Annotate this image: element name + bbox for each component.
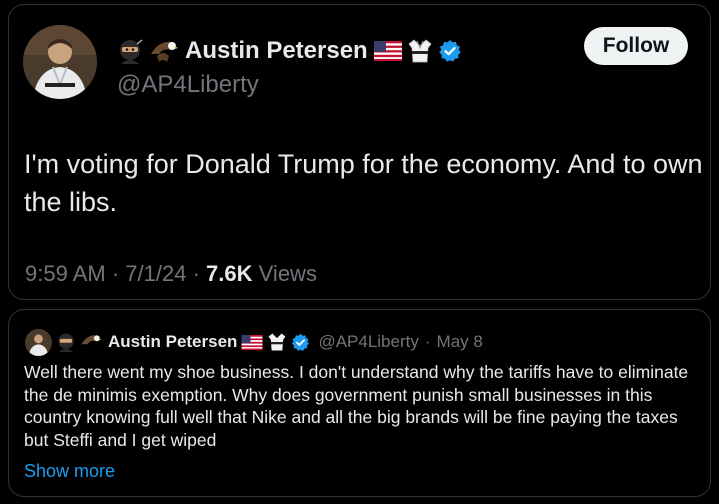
- verified-badge-icon: [291, 333, 310, 352]
- tweet-text: I'm voting for Donald Trump for the econ…: [24, 149, 703, 217]
- ninja-emoji-icon: [56, 332, 76, 352]
- quoted-tweet-card[interactable]: Austin Petersen @AP4Liberty · May 8 Well…: [8, 309, 711, 497]
- tweet-card: Austin Petersen @AP4Liberty Follow I'm v…: [8, 4, 711, 300]
- ninja-emoji-icon: [117, 38, 143, 64]
- follow-button[interactable]: Follow: [584, 27, 688, 65]
- author-name[interactable]: Austin Petersen: [185, 37, 368, 65]
- verified-badge-icon: [438, 39, 462, 63]
- meta-separator: ·: [111, 261, 126, 286]
- karate-gi-icon: [267, 332, 287, 352]
- meta-separator: ·: [424, 332, 431, 351]
- eagle-emoji-icon: [149, 38, 179, 64]
- author-handle[interactable]: @AP4Liberty: [117, 71, 259, 99]
- avatar[interactable]: [23, 25, 97, 99]
- show-more-link[interactable]: Show more: [24, 461, 115, 482]
- views-label: Views: [258, 261, 317, 286]
- quote-author-handle[interactable]: @AP4Liberty: [318, 332, 418, 352]
- meta-separator: ·: [192, 261, 207, 286]
- eagle-emoji-icon: [80, 332, 102, 352]
- quote-author-name[interactable]: Austin Petersen: [108, 332, 237, 352]
- quote-avatar[interactable]: [25, 328, 52, 356]
- tweet-time[interactable]: 9:59 AM: [25, 261, 106, 286]
- us-flag-icon: [373, 41, 402, 61]
- quote-author-row: Austin Petersen @AP4Liberty · May 8: [25, 328, 483, 356]
- views-count: 7.6K: [206, 261, 253, 286]
- karate-gi-icon: [408, 38, 432, 64]
- quote-date[interactable]: May 8: [437, 332, 483, 352]
- tweet-meta: 9:59 AM · 7/1/24 · 7.6K Views: [25, 261, 317, 287]
- author-row: Austin Petersen: [117, 35, 462, 67]
- tweet-date[interactable]: 7/1/24: [125, 261, 186, 286]
- us-flag-icon: [241, 334, 263, 350]
- quote-text: Well there went my shoe business. I don'…: [24, 362, 689, 450]
